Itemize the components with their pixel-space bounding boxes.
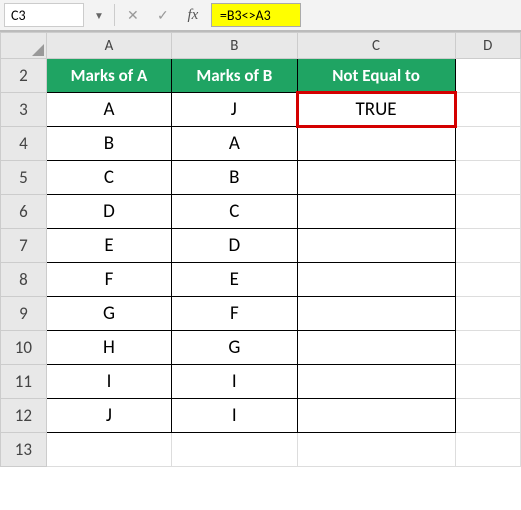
cell-a9[interactable]: G — [46, 297, 171, 331]
col-header-d[interactable]: D — [455, 33, 520, 59]
cell-a7[interactable]: E — [46, 229, 171, 263]
cell-b5[interactable]: B — [172, 161, 297, 195]
row-header-7[interactable]: 7 — [1, 229, 47, 263]
row-header-9[interactable]: 9 — [1, 297, 47, 331]
cell-d7[interactable] — [455, 229, 520, 263]
cell-c7[interactable] — [297, 229, 455, 263]
row-header-10[interactable]: 10 — [1, 331, 47, 365]
formula-bar: C3 ▼ ✕ ✓ fx =B3<>A3 — [0, 0, 521, 32]
cell-d3[interactable] — [455, 93, 520, 127]
cell-c5[interactable] — [297, 161, 455, 195]
cell-b12[interactable]: I — [172, 399, 297, 433]
cell-b6[interactable]: C — [172, 195, 297, 229]
cell-b11[interactable]: I — [172, 365, 297, 399]
cell-d5[interactable] — [455, 161, 520, 195]
cell-d6[interactable] — [455, 195, 520, 229]
cell-c2[interactable]: Not Equal to — [297, 59, 455, 93]
col-header-a[interactable]: A — [46, 33, 171, 59]
cell-a2[interactable]: Marks of A — [46, 59, 171, 93]
cell-c12[interactable] — [297, 399, 455, 433]
row-header-12[interactable]: 12 — [1, 399, 47, 433]
cell-b9[interactable]: F — [172, 297, 297, 331]
row-header-5[interactable]: 5 — [1, 161, 47, 195]
name-box[interactable]: C3 — [4, 3, 84, 27]
fx-icon[interactable]: fx — [181, 3, 205, 27]
cell-a12[interactable]: J — [46, 399, 171, 433]
cell-d8[interactable] — [455, 263, 520, 297]
cell-c8[interactable] — [297, 263, 455, 297]
cell-b2[interactable]: Marks of B — [172, 59, 297, 93]
cell-a5[interactable]: C — [46, 161, 171, 195]
cell-d11[interactable] — [455, 365, 520, 399]
cell-d13[interactable] — [455, 433, 520, 467]
cell-d4[interactable] — [455, 127, 520, 161]
select-all-corner[interactable] — [1, 33, 47, 59]
cell-c6[interactable] — [297, 195, 455, 229]
cell-c3[interactable]: TRUE — [297, 93, 455, 127]
cell-c9[interactable] — [297, 297, 455, 331]
cell-a10[interactable]: H — [46, 331, 171, 365]
name-box-dropdown-icon[interactable]: ▼ — [90, 9, 108, 22]
cell-b3[interactable]: J — [172, 93, 297, 127]
cell-c11[interactable] — [297, 365, 455, 399]
row-header-8[interactable]: 8 — [1, 263, 47, 297]
cell-c10[interactable] — [297, 331, 455, 365]
cell-d12[interactable] — [455, 399, 520, 433]
cell-a11[interactable]: I — [46, 365, 171, 399]
cell-d9[interactable] — [455, 297, 520, 331]
cancel-icon[interactable]: ✕ — [121, 3, 145, 27]
divider — [114, 4, 115, 26]
cell-a6[interactable]: D — [46, 195, 171, 229]
cell-c4[interactable] — [297, 127, 455, 161]
cell-c13[interactable] — [297, 433, 455, 467]
row-header-6[interactable]: 6 — [1, 195, 47, 229]
cell-a4[interactable]: B — [46, 127, 171, 161]
spreadsheet-grid: A B C D 2 Marks of A Marks of B Not Equa… — [0, 32, 521, 467]
cell-b7[interactable]: D — [172, 229, 297, 263]
cell-a8[interactable]: F — [46, 263, 171, 297]
row-header-3[interactable]: 3 — [1, 93, 47, 127]
row-header-2[interactable]: 2 — [1, 59, 47, 93]
row-header-13[interactable]: 13 — [1, 433, 47, 467]
col-header-b[interactable]: B — [172, 33, 297, 59]
cell-b4[interactable]: A — [172, 127, 297, 161]
row-header-4[interactable]: 4 — [1, 127, 47, 161]
row-header-11[interactable]: 11 — [1, 365, 47, 399]
cell-a13[interactable] — [46, 433, 171, 467]
formula-input[interactable]: =B3<>A3 — [211, 3, 301, 27]
cell-b13[interactable] — [172, 433, 297, 467]
cell-d10[interactable] — [455, 331, 520, 365]
name-box-value: C3 — [11, 7, 26, 24]
col-header-c[interactable]: C — [297, 33, 455, 59]
cell-b10[interactable]: G — [172, 331, 297, 365]
cell-d2[interactable] — [455, 59, 520, 93]
cell-a3[interactable]: A — [46, 93, 171, 127]
confirm-icon[interactable]: ✓ — [151, 3, 175, 27]
cell-b8[interactable]: E — [172, 263, 297, 297]
